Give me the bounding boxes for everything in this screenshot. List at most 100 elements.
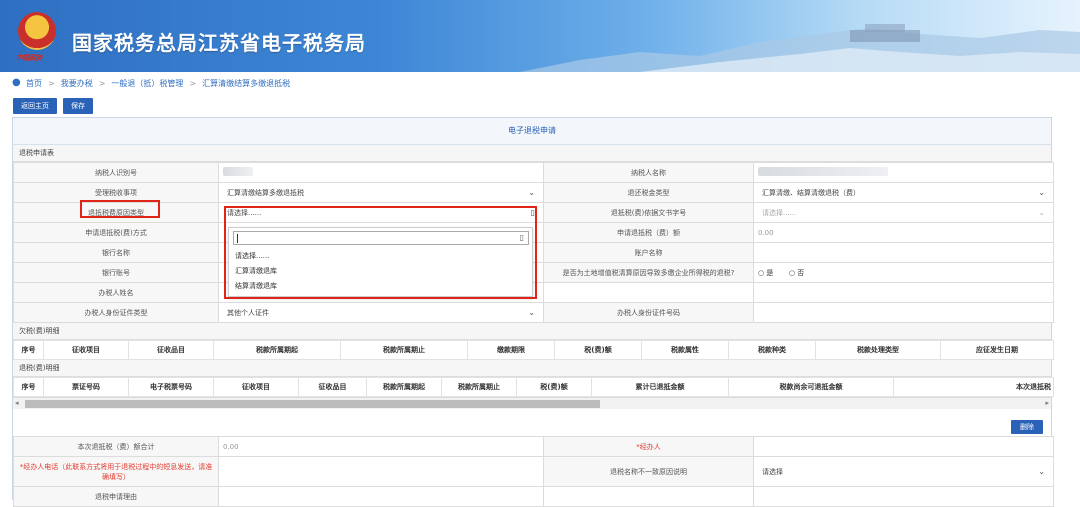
taxpayer-name-value	[753, 162, 1054, 183]
refund-col: 序号	[13, 377, 44, 397]
refund-col: 电子税票号码	[128, 377, 214, 397]
arrears-col: 序号	[13, 340, 44, 360]
site-title: 国家税务总局江苏省电子税务局	[72, 31, 366, 55]
breadcrumb-item-current[interactable]: 汇算清缴结算多缴退抵税	[202, 78, 290, 89]
refund-col: 征收项目	[213, 377, 299, 397]
amount-label: 申请退抵税（费）额	[543, 222, 754, 243]
doc-no-label: 退抵税(费)依据文书字号	[543, 202, 754, 223]
location-pin-icon: ●	[12, 77, 21, 88]
refund-detail-table: 序号 票证号码 电子税票号码 征收项目 征收品目 税款所属期起 税款所属期止 税…	[13, 377, 1054, 397]
refund-col: 票证号码	[43, 377, 129, 397]
refund-type-label: 退还税金类型	[543, 182, 754, 203]
section-apply: 退税申请表	[13, 145, 1051, 162]
mismatch-label: 退税名称不一致原因说明	[543, 456, 754, 487]
refund-col: 税款所属期起	[366, 377, 442, 397]
breadcrumb-home[interactable]: 首页	[26, 78, 42, 89]
reason-label: 退税申请理由	[13, 486, 219, 507]
account-name-label: 账户名称	[543, 242, 754, 263]
chevron-down-icon: ⌄	[528, 308, 535, 317]
empty-cell	[543, 486, 754, 507]
arrears-col: 税款处理类型	[815, 340, 941, 360]
refund-type-cell: 汇算清缴、结算清缴退税（费） ⌄	[753, 182, 1054, 203]
radio-yes-label: 是	[766, 268, 774, 277]
refund-type-value: 汇算清缴、结算清缴退税（费）	[762, 188, 860, 197]
horizontal-scrollbar[interactable]: ◂ ▸	[13, 397, 1051, 409]
panel-title: 电子退税申请	[13, 118, 1051, 145]
handler-name-label: 办税人姓名	[13, 282, 219, 303]
accept-matter-value: 汇算清缴结算多缴退抵税	[227, 188, 304, 197]
doc-no-select[interactable]: 请选择...... ⌄	[758, 204, 1049, 221]
arrears-col: 税款所属期起	[213, 340, 341, 360]
account-no-label: 银行账号	[13, 262, 219, 283]
handler-label: *经办人	[543, 436, 754, 457]
delete-button[interactable]: 删除	[1011, 420, 1043, 434]
empty-cell	[753, 282, 1054, 303]
refund-col: 税款所属期止	[441, 377, 517, 397]
emblem-subtitle: 中国税务	[16, 53, 43, 62]
total-value: 0.00	[218, 436, 544, 457]
breadcrumb-item-tax[interactable]: 我要办税	[61, 78, 93, 89]
refund-form-panel: 电子退税申请 退税申请表 纳税人识别号 纳税人名称 受理税收事项 汇算清缴结算多…	[12, 117, 1054, 507]
total-label: 本次退抵税（费）额合计	[13, 436, 219, 457]
reason-input[interactable]	[218, 486, 544, 507]
phone-input[interactable]	[218, 456, 544, 487]
arrears-header-row: 序号 征收项目 征收品目 税款所属期起 税款所属期止 缴款期限 税(费)额 税款…	[13, 340, 1054, 360]
handler-input[interactable]	[753, 436, 1054, 457]
scroll-right-icon[interactable]: ▸	[1045, 399, 1049, 407]
arrears-col: 税款所属期止	[340, 340, 468, 360]
account-name-value	[753, 242, 1054, 263]
section-refund: 退税(费)明细	[13, 360, 1051, 377]
arrears-col: 税款种类	[728, 340, 816, 360]
breadcrumb-item-refund[interactable]: 一般退（抵）税管理	[111, 78, 183, 89]
arrears-col: 征收项目	[43, 340, 129, 360]
refund-type-select[interactable]: 汇算清缴、结算清缴退税（费） ⌄	[758, 185, 1049, 201]
arrears-table: 序号 征收项目 征收品目 税款所属期起 税款所属期止 缴款期限 税(费)额 税款…	[13, 340, 1054, 360]
handler-label-text: *经办人	[636, 442, 661, 451]
save-button[interactable]: 保存	[63, 98, 93, 114]
handler-idno-label: 办税人身份证件号码	[543, 302, 754, 323]
radio-no[interactable]: ○ 否	[789, 269, 804, 277]
breadcrumb-sep: >	[48, 78, 55, 88]
mismatch-cell: 请选择 ⌄	[753, 456, 1054, 487]
doc-no-cell: 请选择...... ⌄	[753, 202, 1054, 223]
refund-col: 本次退抵税	[893, 377, 1054, 397]
doc-no-value: 请选择......	[762, 208, 797, 217]
land-vat-label: 是否为土地增值税清算原因导致多缴企业所得税的退税?	[543, 262, 754, 283]
header-banner: 中国税务 国家税务总局江苏省电子税务局	[0, 0, 1080, 72]
chevron-down-icon: ⌄	[528, 188, 535, 197]
refund-col: 税款尚余可退抵金额	[728, 377, 894, 397]
bottom-form-table: 本次退抵税（费）额合计 0.00 *经办人 *经办人电话（此联系方式将用于退税过…	[13, 436, 1054, 507]
phone-label-text: *经办人电话（此联系方式将用于退税过程中的短息发送，请准确填写）	[19, 462, 213, 481]
method-label: 申请退抵税(费)方式	[13, 222, 219, 243]
handler-idtype-select[interactable]: 其他个人证件 ⌄	[223, 305, 539, 321]
radio-yes[interactable]: ○ 是	[758, 269, 773, 277]
chevron-down-icon: ⌄	[1038, 188, 1045, 197]
arrears-col: 税款属性	[641, 340, 729, 360]
back-home-button[interactable]: 返回主页	[13, 98, 57, 114]
handler-idno-input[interactable]	[753, 302, 1054, 323]
empty-cell	[753, 486, 1054, 507]
handler-idtype-label: 办税人身份证件类型	[13, 302, 219, 323]
arrears-col: 征收品目	[128, 340, 214, 360]
amount-value: 0.00	[753, 222, 1054, 243]
phone-label: *经办人电话（此联系方式将用于退税过程中的短息发送，请准确填写）	[13, 456, 219, 487]
breadcrumb-sep: >	[189, 78, 197, 88]
refund-col: 税(费)额	[516, 377, 592, 397]
refund-col: 累计已退抵金额	[591, 377, 729, 397]
land-vat-radio-group: ○ 是 ○ 否	[753, 262, 1054, 283]
refund-col: 征收品目	[298, 377, 367, 397]
mismatch-value: 请选择	[762, 467, 783, 476]
refund-header-row: 序号 票证号码 电子税票号码 征收项目 征收品目 税款所属期起 税款所属期止 税…	[13, 377, 1054, 397]
mismatch-select[interactable]: 请选择 ⌄	[758, 464, 1049, 480]
scrollbar-thumb[interactable]	[25, 400, 600, 408]
accept-matter-select[interactable]: 汇算清缴结算多缴退抵税 ⌄	[223, 185, 539, 201]
arrears-col: 缴款期限	[467, 340, 555, 360]
arrears-col: 应征发生日期	[940, 340, 1054, 360]
toolbar: 返回主页 保存	[13, 98, 93, 114]
section-arrears: 欠税(费)明细	[13, 323, 1051, 340]
scroll-left-icon[interactable]: ◂	[15, 399, 19, 407]
highlight-reason-dropdown	[224, 206, 537, 299]
bank-label: 银行名称	[13, 242, 219, 263]
taxpayer-id-value	[218, 162, 544, 183]
arrears-col: 税(费)额	[554, 340, 642, 360]
